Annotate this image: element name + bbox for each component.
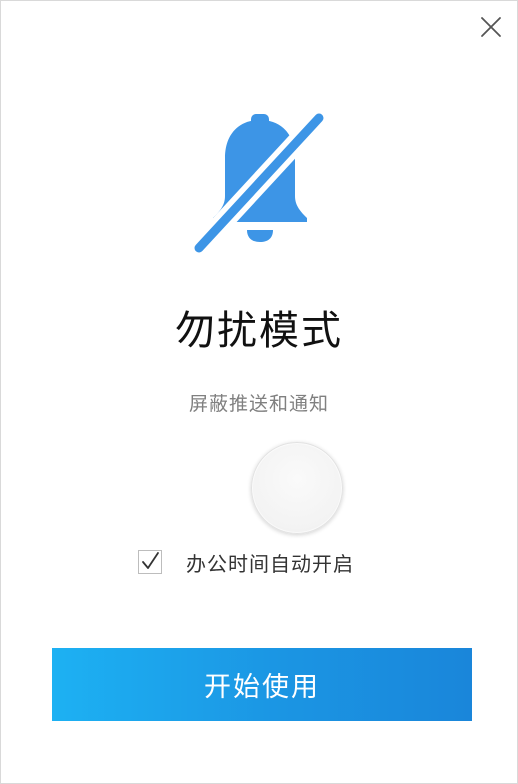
page-subtitle: 屏蔽推送和通知 [188, 393, 329, 415]
dnd-toggle[interactable] [251, 442, 343, 534]
page-title: 勿扰模式 [175, 308, 343, 354]
auto-enable-option[interactable]: 办公时间自动开启 [138, 547, 354, 577]
start-button[interactable]: 开始使用 [52, 648, 472, 721]
close-icon [479, 15, 503, 39]
auto-enable-label: 办公时间自动开启 [186, 551, 354, 576]
auto-enable-checkbox[interactable] [138, 550, 162, 574]
close-button[interactable] [479, 15, 503, 39]
dnd-dialog: 勿扰模式 屏蔽推送和通知 办公时间自动开启 开始使用 [0, 0, 518, 784]
bell-off-icon [191, 106, 331, 256]
